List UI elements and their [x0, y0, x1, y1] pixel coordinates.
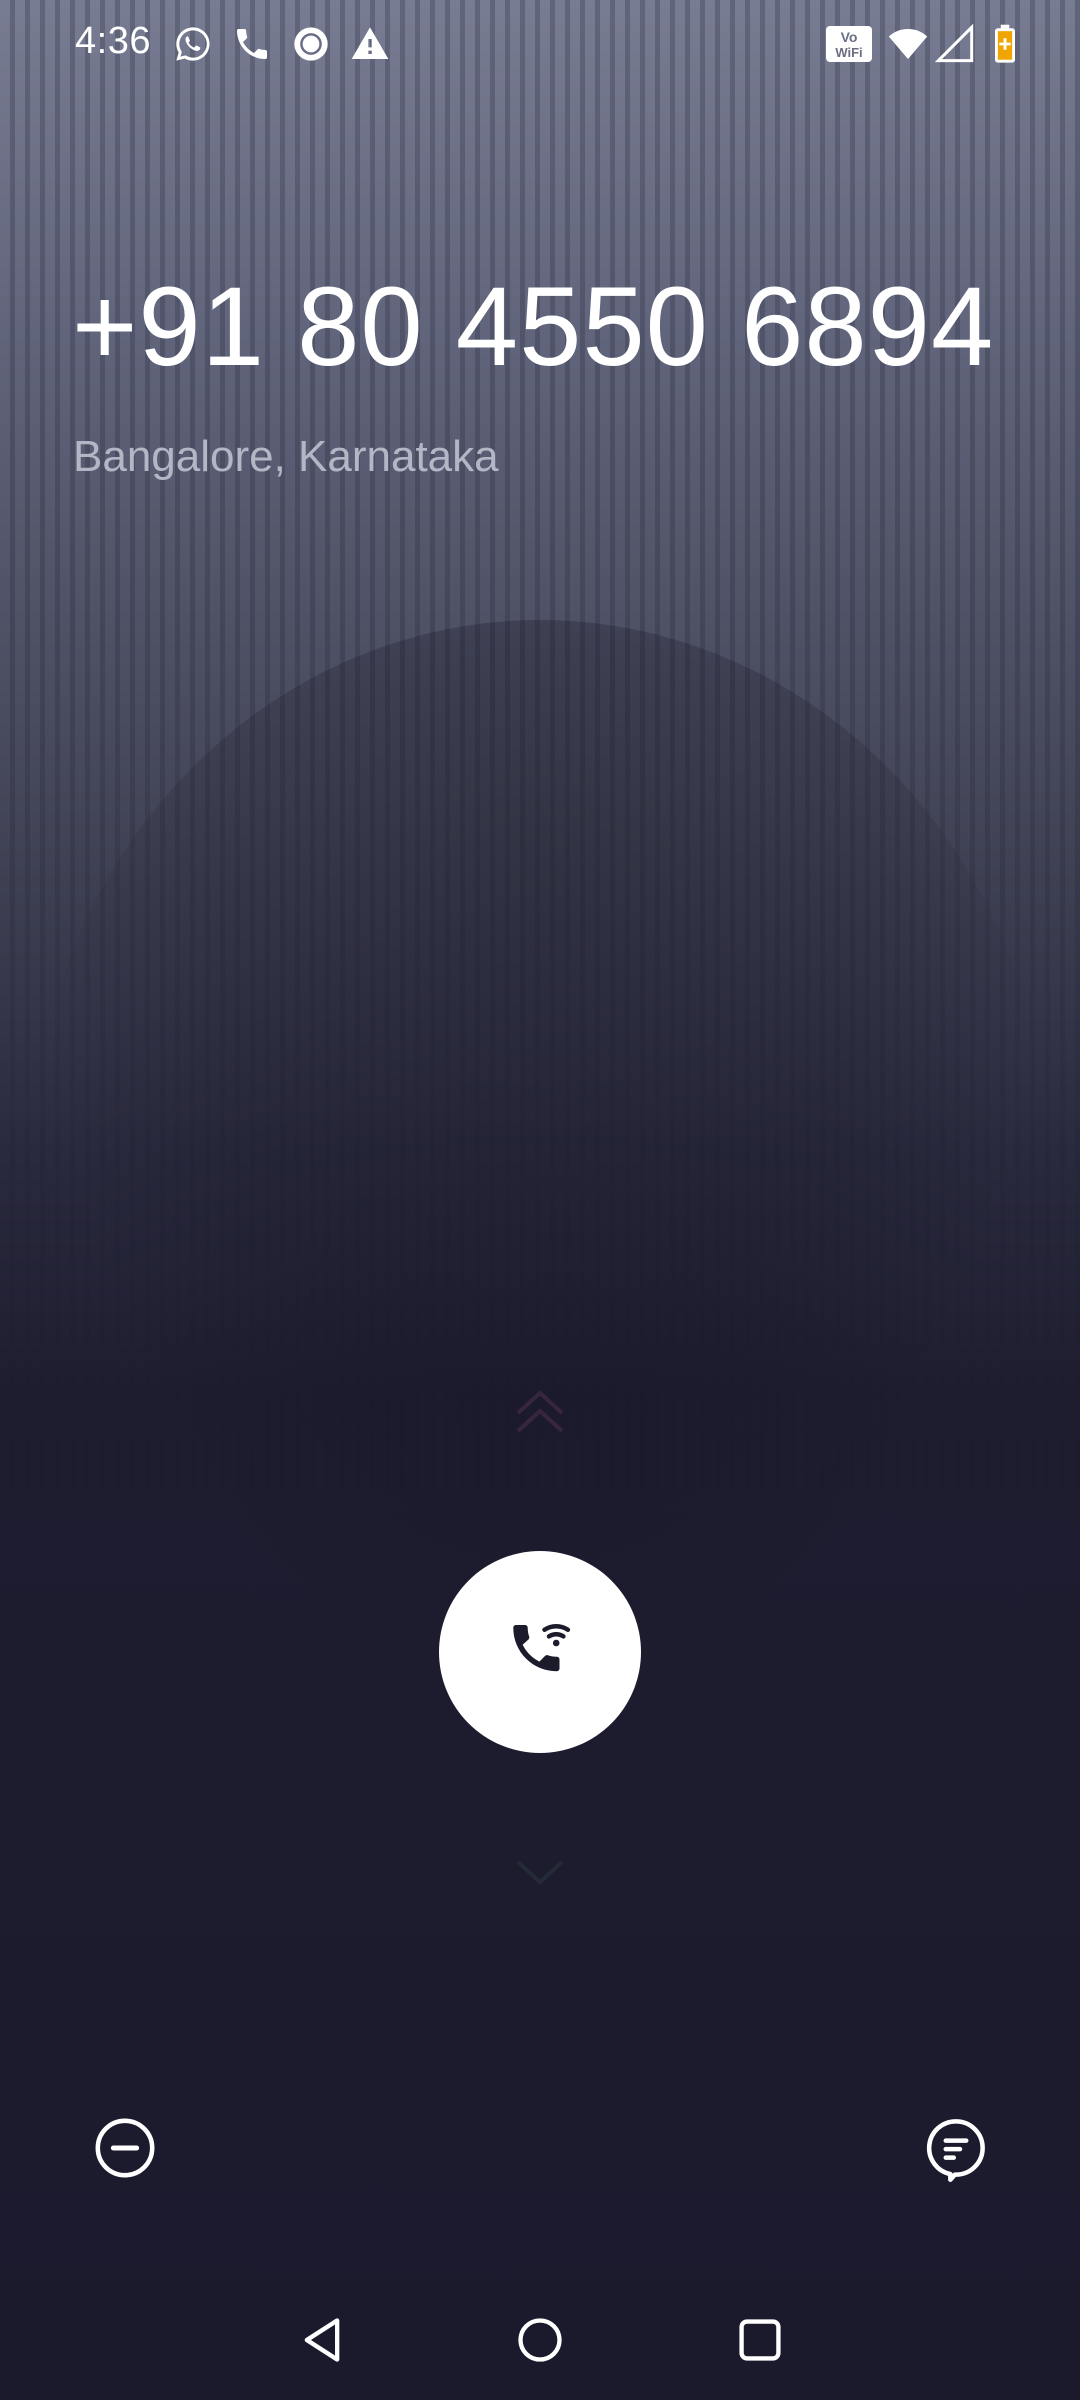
swipe-down-hint-icon [510, 1850, 570, 1890]
caller-location: Bangalore, Karnataka [73, 432, 499, 481]
wifi-call-icon [513, 1624, 571, 1672]
navigation-bar [0, 2280, 1080, 2400]
warning-icon [350, 24, 390, 64]
ring-app-icon [291, 24, 331, 64]
back-triangle-icon [304, 2318, 340, 2362]
whatsapp-icon [173, 24, 213, 64]
do-not-disturb-icon [95, 2118, 155, 2178]
vowifi-icon: Vo WiFi [825, 24, 873, 64]
vowifi-bottom-text: WiFi [835, 45, 862, 60]
answer-call-button[interactable] [439, 1551, 641, 1753]
status-bar: 4:36 Vo WiFi [0, 0, 1080, 90]
phone-icon [232, 24, 272, 64]
home-circle-icon [518, 2318, 562, 2362]
swipe-up-hint-icon [510, 1375, 570, 1445]
wifi-icon [885, 24, 931, 64]
recents-button[interactable] [730, 2310, 790, 2370]
home-button[interactable] [510, 2310, 570, 2370]
caller-number: +91 80 4550 6894 [72, 264, 995, 389]
message-icon [926, 2119, 985, 2182]
reply-with-message-button[interactable] [918, 2110, 994, 2186]
vowifi-top-text: Vo [841, 29, 858, 45]
recents-square-icon [739, 2319, 781, 2361]
decline-with-dnd-button[interactable] [87, 2110, 163, 2186]
cell-signal-icon [935, 24, 975, 64]
battery-icon [990, 24, 1020, 64]
incoming-call-screen: 4:36 Vo WiFi +91 80 4550 6894 Bangalore,… [0, 0, 1080, 2400]
back-button[interactable] [292, 2310, 352, 2370]
status-time: 4:36 [75, 20, 151, 62]
